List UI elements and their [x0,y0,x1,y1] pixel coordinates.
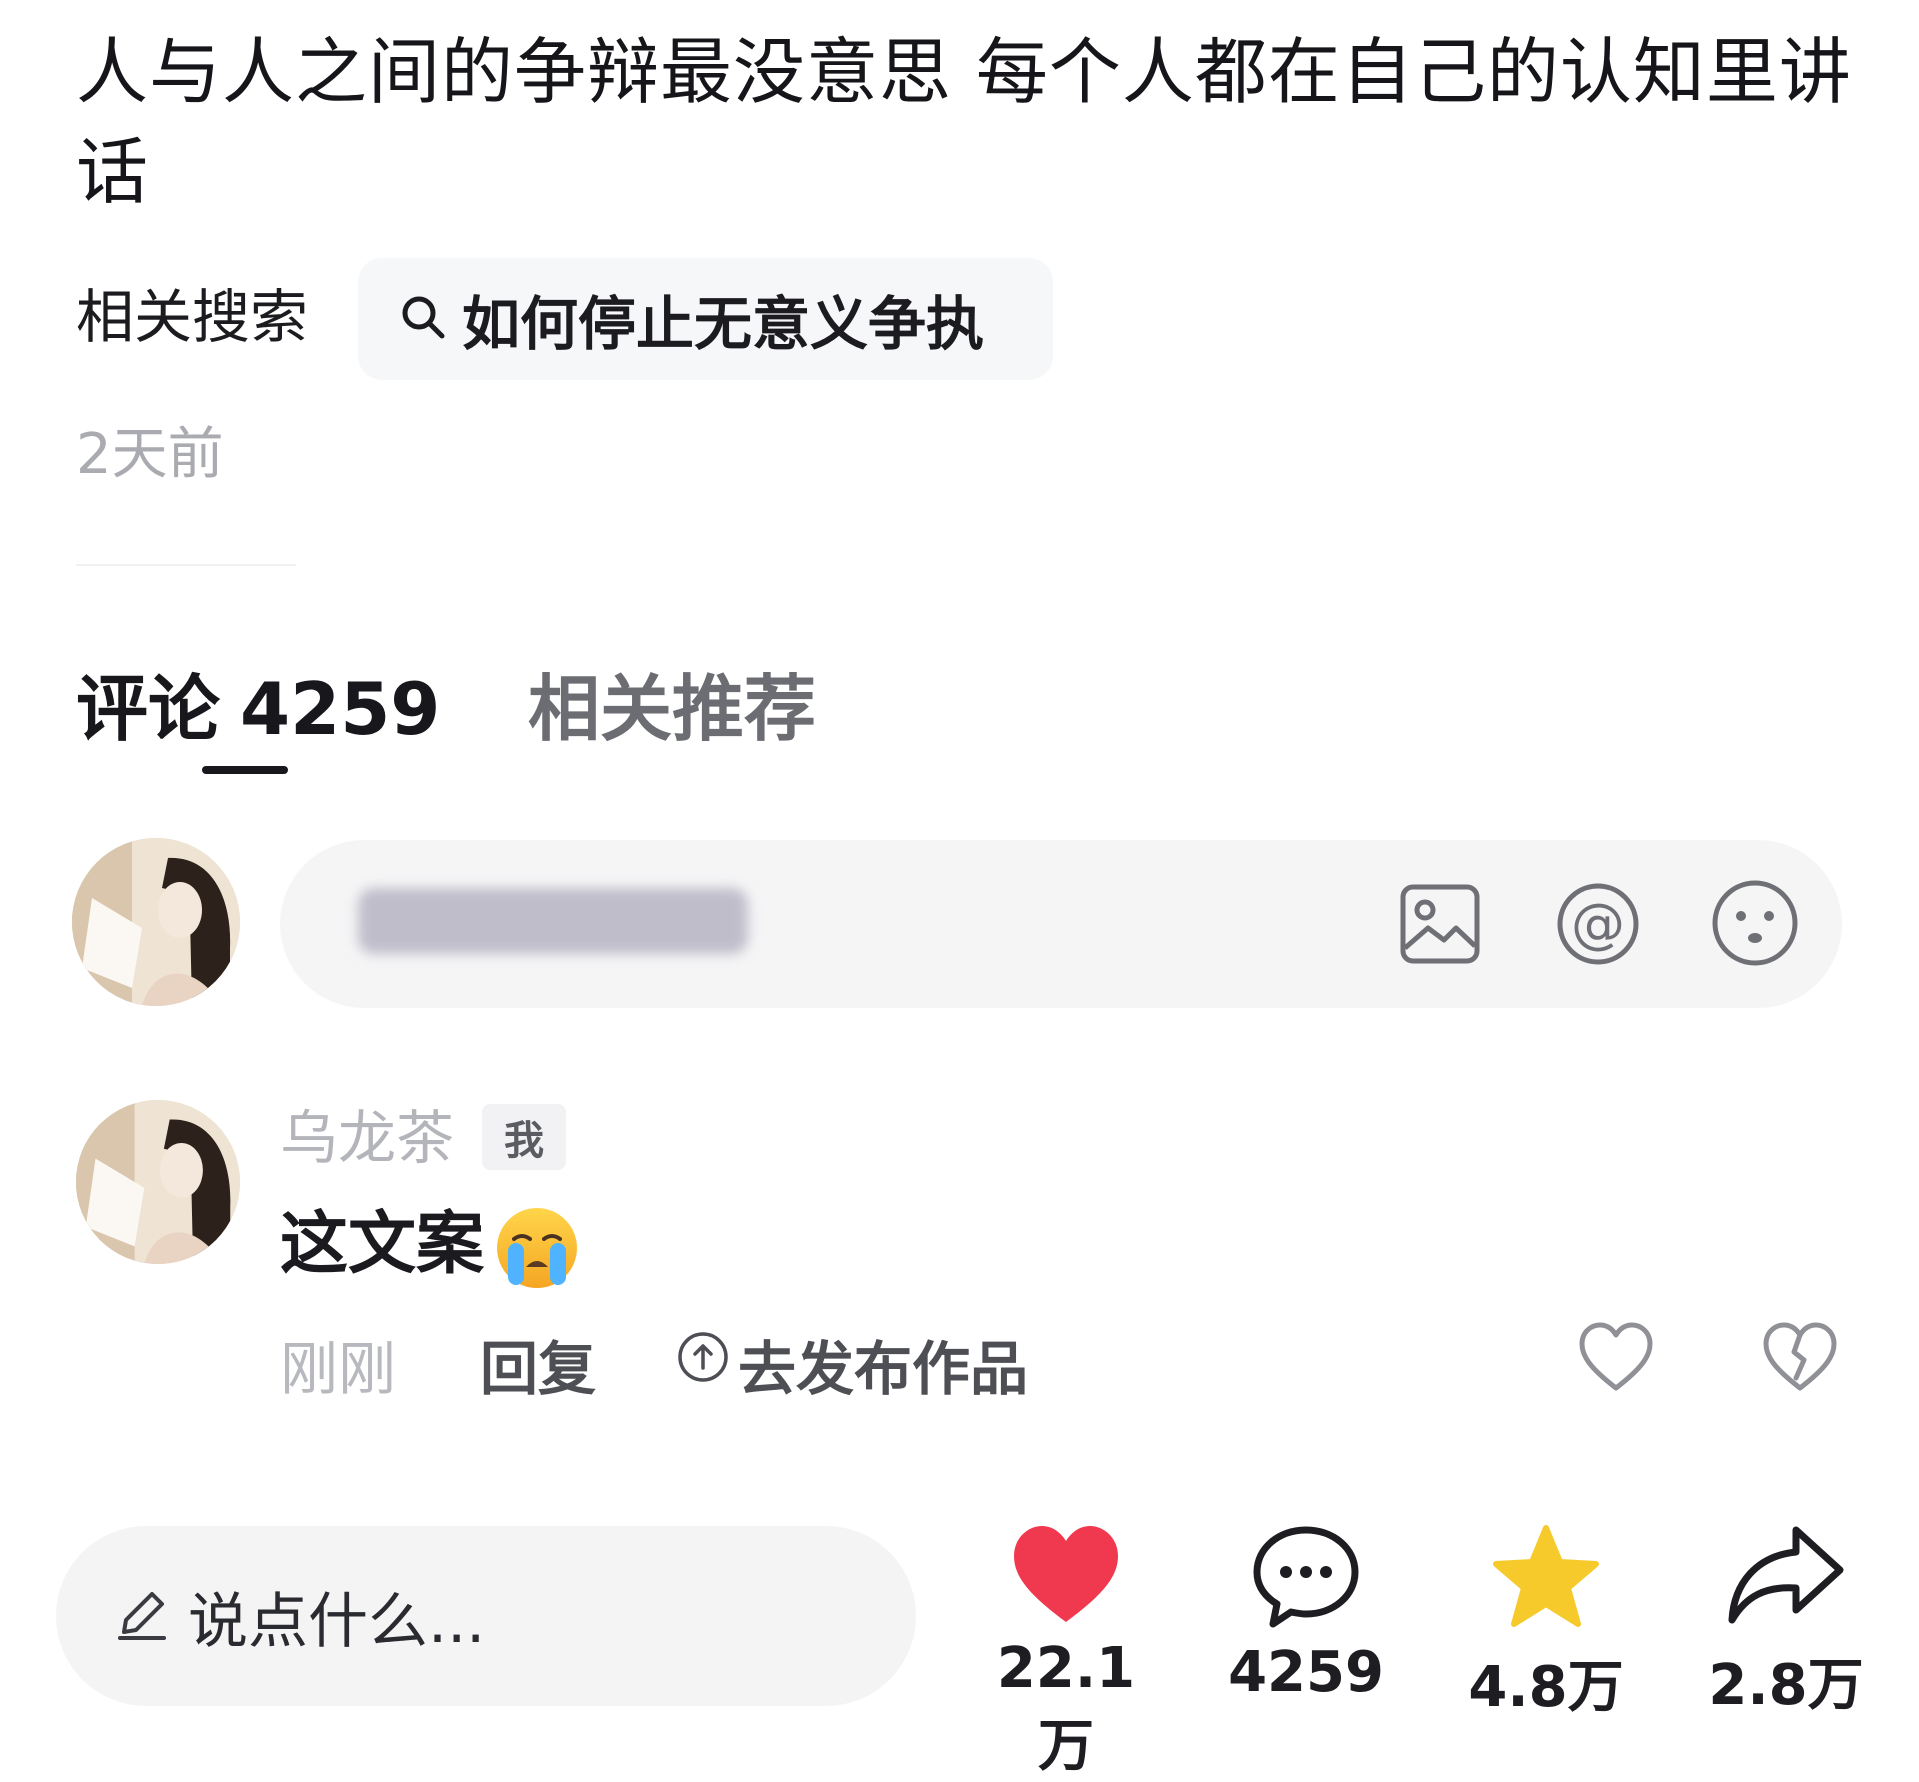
comment-time: 刚刚 [280,1335,397,1403]
at-icon[interactable]: @ [1554,880,1639,965]
me-badge: 我 [482,1104,566,1170]
pencil-icon [114,1586,170,1646]
publish-work-button[interactable]: 去发布作品 [676,1322,1028,1406]
post-time: 2天前 [76,422,224,487]
post-title: 人与人之间的争辩最没意思 每个人都在自己的认知里讲话 [76,30,1852,214]
comment-username[interactable]: 乌龙茶 [280,1098,454,1178]
heart-filled-icon [976,1524,1156,1624]
comment-body: 这文案 [280,1205,485,1284]
heart-outline-icon[interactable] [1578,1320,1654,1396]
share-button[interactable]: 2.8万 [1696,1524,1876,1721]
bottom-comment-input[interactable]: 说点什么... [56,1526,916,1706]
tab-related[interactable]: 相关推荐 [528,650,816,755]
related-search-label: 相关搜索 [76,283,309,351]
favorite-button[interactable]: 4.8万 [1456,1524,1636,1723]
related-search-query: 如何停止无意义争执 [462,290,985,358]
svg-text:@: @ [1571,892,1625,955]
like-button[interactable]: 22.1万 [976,1524,1156,1782]
search-icon [398,292,448,346]
share-arrow-icon [1696,1524,1876,1628]
divider [76,564,296,566]
active-tab-indicator [202,766,288,774]
star-icon [1456,1524,1636,1630]
loudly-crying-face-icon [494,1205,580,1291]
bottom-input-placeholder: 说点什么... [188,1586,486,1657]
emoji-icon[interactable] [1710,878,1798,966]
like-count: 22.1万 [996,1636,1136,1779]
tab-comments-label: 评论 [76,667,221,751]
upload-arrow-icon [676,1330,730,1398]
avatar[interactable] [72,838,240,1006]
comment-bubble-icon [1216,1524,1396,1628]
favorite-count: 4.8万 [1468,1655,1624,1720]
share-count: 2.8万 [1708,1653,1864,1718]
tab-comments[interactable]: 评论 4259 [76,650,440,755]
publish-work-label: 去发布作品 [738,1335,1029,1403]
image-icon[interactable] [1398,882,1482,966]
tab-comments-count: 4259 [240,667,441,751]
input-placeholder-blurred [358,888,748,954]
comment-avatar[interactable] [76,1100,240,1264]
related-search-chip[interactable]: 如何停止无意义争执 [358,258,1053,380]
reply-button[interactable]: 回复 [480,1322,596,1406]
comment-count: 4259 [1228,1640,1384,1705]
comment-text: 这文案 [280,1200,580,1291]
broken-heart-icon[interactable] [1762,1320,1838,1396]
comment-button[interactable]: 4259 [1216,1524,1396,1705]
